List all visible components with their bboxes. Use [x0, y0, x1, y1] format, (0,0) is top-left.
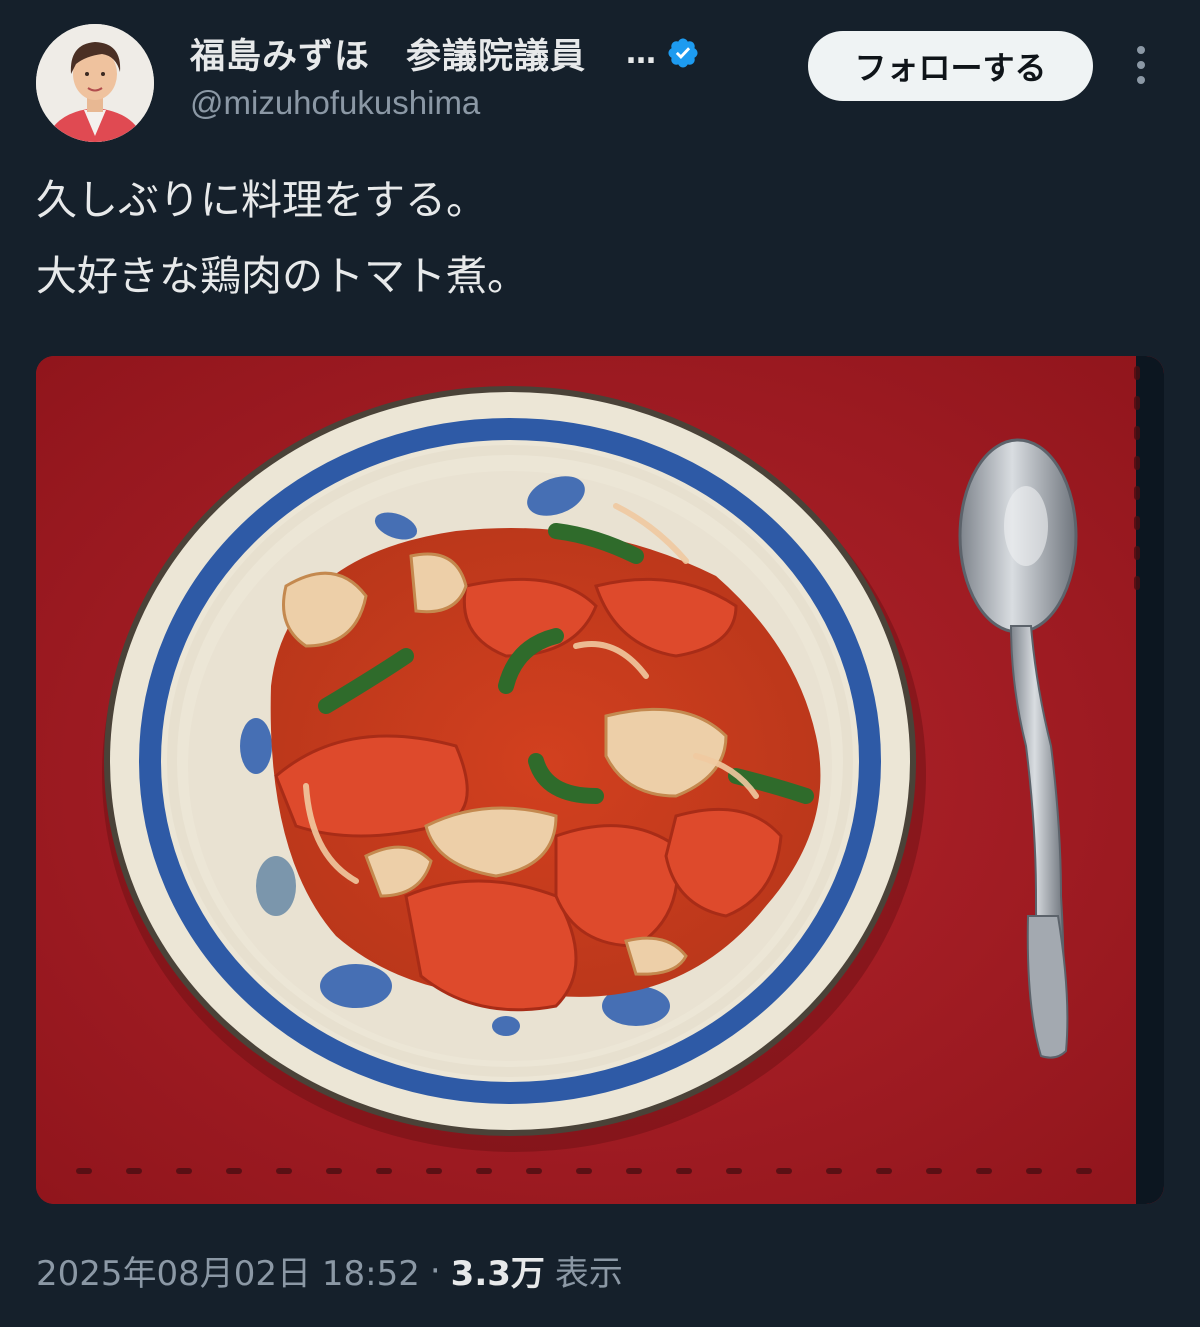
- meta-separator: ·: [429, 1250, 441, 1291]
- food-photo-image: [36, 356, 1164, 1204]
- more-vertical-icon[interactable]: [1124, 42, 1158, 88]
- avatar[interactable]: [36, 24, 154, 142]
- avatar-photo: [36, 24, 154, 142]
- views-label: 表示: [554, 1254, 623, 1294]
- author-display-name[interactable]: 福島みずほ 参議院議員: [190, 28, 586, 79]
- author-name-truncation: …: [626, 35, 657, 71]
- tweet-photo[interactable]: [36, 356, 1164, 1204]
- views-count[interactable]: 3.3万: [451, 1246, 545, 1295]
- tweet-timestamp[interactable]: 2025年08月02日 18:52: [36, 1246, 420, 1295]
- author-handle[interactable]: @mizuhofukushima: [190, 84, 700, 122]
- verified-badge-icon: [668, 38, 698, 68]
- author-block: 福島みずほ 参議院議員 … @mizuhofukushima: [190, 28, 700, 122]
- follow-button[interactable]: フォローする: [808, 31, 1093, 101]
- author-name-row: 福島みずほ 参議院議員 …: [190, 28, 700, 78]
- tweet-text-line: 大好きな鶏肉のトマト煮。: [36, 252, 528, 300]
- tweet-text-line: 久しぶりに料理をする。: [36, 176, 487, 224]
- tweet-meta: 2025年08月02日 18:52 · 3.3万 表示: [36, 1246, 623, 1295]
- tweet-text: 久しぶりに料理をする。 大好きな鶏肉のトマト煮。: [36, 162, 1156, 314]
